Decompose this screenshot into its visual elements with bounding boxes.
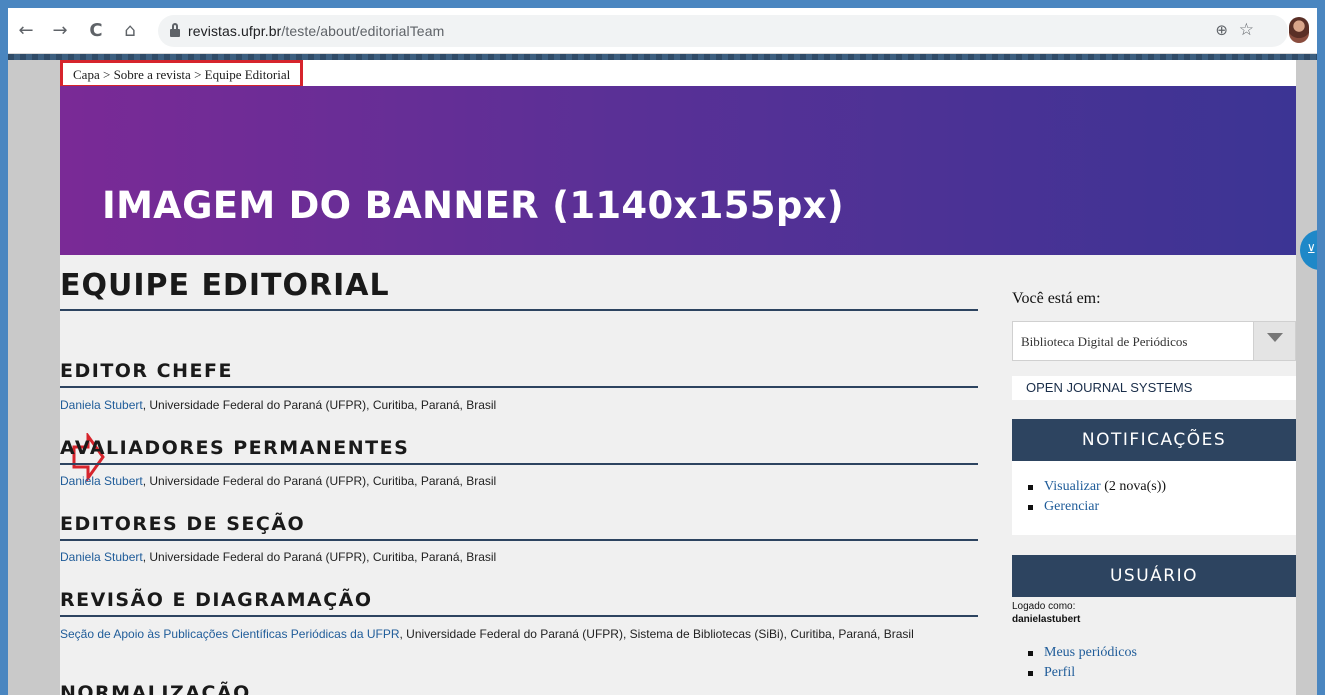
list-item: Perfil (1012, 663, 1296, 683)
member-entry: Daniela Stubert, Universidade Federal do… (60, 398, 497, 412)
notifications-view-link[interactable]: Visualizar (1044, 479, 1101, 494)
url-text[interactable]: revistas.ufpr.br/teste/about/editorialTe… (188, 23, 444, 39)
breadcrumb-separator: > (99, 67, 114, 82)
banner-text: IMAGEM DO BANNER (1140x155px) (102, 184, 844, 227)
address-bar[interactable]: revistas.ufpr.br/teste/about/editorialTe… (158, 15, 1288, 47)
member-entry: Daniela Stubert, Universidade Federal do… (60, 550, 497, 564)
member-link[interactable]: Daniela Stubert (60, 398, 143, 412)
section-heading-editores-secao: EDITORES DE SEÇÃO (60, 513, 978, 541)
username: danielastubert (1012, 614, 1081, 625)
home-icon[interactable]: ⌂ (118, 19, 142, 43)
breadcrumb-home-link[interactable]: Capa (73, 67, 100, 82)
section-heading-normalizacao: NORMALIZAÇÃO (60, 682, 251, 695)
zoom-icon[interactable]: ⊕ (1215, 21, 1228, 39)
chevron-down-icon[interactable] (1253, 322, 1295, 360)
forward-icon[interactable]: → (48, 19, 72, 43)
list-item: Visualizar (2 nova(s)) (1012, 477, 1296, 497)
profile-link[interactable]: Perfil (1044, 665, 1075, 680)
side-tab-button[interactable]: ⊻ (1300, 230, 1317, 270)
notifications-block-title: NOTIFICAÇÕES (1012, 419, 1296, 461)
back-icon[interactable]: ← (14, 19, 38, 43)
logged-as-label: Logado como: (1012, 601, 1076, 612)
ojs-link[interactable]: OPEN JOURNAL SYSTEMS (1012, 376, 1296, 400)
page-viewport: Capa > Sobre a revista > Equipe Editoria… (8, 60, 1317, 695)
journal-select-value: Biblioteca Digital de Periódicos (1021, 334, 1188, 349)
screenshot-frame (0, 0, 1325, 8)
profile-avatar[interactable] (1289, 17, 1309, 43)
page-title: EQUIPE EDITORIAL (60, 268, 978, 311)
member-entry: Daniela Stubert, Universidade Federal do… (60, 474, 497, 488)
accessibility-icon: ⊻ (1307, 242, 1316, 256)
browser-toolbar: ← → C ⌂ revistas.ufpr.br/teste/about/edi… (8, 8, 1317, 54)
section-heading-avaliadores: AVALIADORES PERMANENTES (60, 437, 978, 465)
list-item: Meus periódicos (1012, 643, 1296, 663)
bookmark-star-icon[interactable]: ☆ (1239, 20, 1254, 40)
member-link[interactable]: Daniela Stubert (60, 474, 143, 488)
breadcrumb-about-link[interactable]: Sobre a revista (114, 67, 191, 82)
list-item: Gerenciar (1012, 497, 1296, 517)
user-block-title: USUÁRIO (1012, 555, 1296, 597)
member-entry: Seção de Apoio às Publicações Científica… (60, 627, 914, 641)
section-heading-revisao: REVISÃO E DIAGRAMAÇÃO (60, 589, 978, 617)
breadcrumb: Capa > Sobre a revista > Equipe Editoria… (60, 60, 304, 88)
user-block: Logado como: danielastubert Meus periódi… (1012, 597, 1296, 695)
journal-banner[interactable]: IMAGEM DO BANNER (1140x155px) (60, 86, 1296, 255)
page-content: Capa > Sobre a revista > Equipe Editoria… (60, 60, 1296, 695)
lock-icon (170, 23, 180, 37)
section-heading-editor-chefe: EDITOR CHEFE (60, 360, 978, 388)
breadcrumb-current: Equipe Editorial (204, 67, 291, 82)
notifications-manage-link[interactable]: Gerenciar (1044, 499, 1099, 514)
reload-icon[interactable]: C (84, 19, 108, 43)
journal-select[interactable]: Biblioteca Digital de Periódicos (1012, 321, 1296, 361)
member-link[interactable]: Seção de Apoio às Publicações Científica… (60, 627, 400, 641)
notifications-block: Visualizar (2 nova(s)) Gerenciar (1012, 461, 1296, 535)
my-journals-link[interactable]: Meus periódicos (1044, 645, 1137, 660)
you-are-here-label: Você está em: (1012, 290, 1101, 307)
member-link[interactable]: Daniela Stubert (60, 550, 143, 564)
breadcrumb-separator: > (190, 67, 205, 82)
